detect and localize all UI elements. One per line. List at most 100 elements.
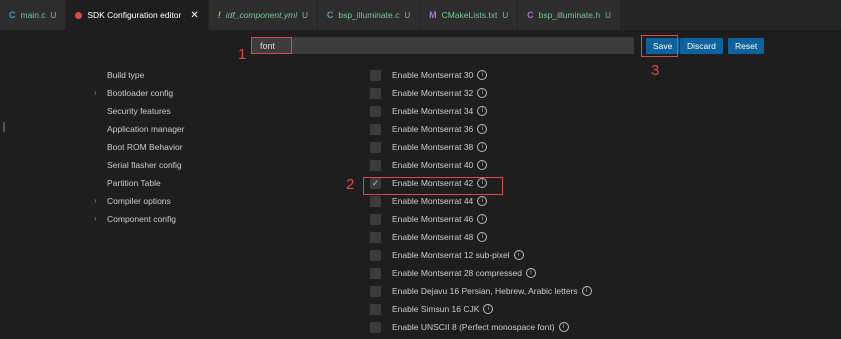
tree-item-label: Security features (107, 106, 171, 116)
option-label: Enable UNSCII 8 (Perfect monospace font) (392, 322, 555, 332)
chevron-right-icon[interactable]: › (94, 192, 97, 210)
option-label: Enable Montserrat 28 compressed (392, 268, 522, 278)
annotation-marker-2: 2 (346, 176, 355, 193)
option-row: Enable Montserrat 46 i (370, 210, 592, 228)
search-highlight-box (251, 37, 292, 54)
file-type-icon: M (429, 10, 437, 20)
checkbox[interactable] (370, 267, 381, 279)
untracked-badge: U (605, 10, 611, 20)
option-row: Enable Montserrat 32 i (370, 84, 592, 102)
checkbox[interactable] (370, 285, 381, 297)
info-icon[interactable]: i (477, 88, 488, 98)
info-icon[interactable]: i (558, 322, 569, 332)
checkbox[interactable] (370, 321, 381, 333)
tab-4[interactable]: M CMakeLists.txt U (420, 0, 519, 30)
tree-item[interactable]: › Component config (94, 210, 185, 228)
checkbox[interactable] (370, 303, 381, 315)
file-type-icon: C (326, 10, 334, 20)
search-input[interactable]: font (251, 37, 634, 54)
tree-item[interactable]: Build type (94, 66, 185, 84)
save-highlight-box (641, 35, 678, 57)
checkbox[interactable] (370, 159, 381, 171)
tab-1[interactable]: SDK Configuration editor ✕ (66, 0, 209, 30)
tab-5[interactable]: Cbsp_illuminate.h U (518, 0, 621, 30)
option-label: Enable Montserrat 34 (392, 106, 474, 116)
chevron-right-icon[interactable]: › (94, 84, 97, 102)
checked-option-highlight-box (363, 177, 503, 195)
checkbox[interactable] (370, 87, 381, 99)
option-row: Enable Montserrat 48 i (370, 228, 592, 246)
sash-handle[interactable] (3, 122, 5, 132)
tab-label: SDK Configuration editor (87, 10, 182, 20)
tab-3[interactable]: Cbsp_illuminate.c U (317, 0, 421, 30)
tree-item[interactable]: Security features (94, 102, 185, 120)
tree-item-label: Component config (107, 214, 176, 224)
info-icon[interactable]: i (581, 286, 592, 296)
option-label: Enable Montserrat 46 (392, 214, 474, 224)
tree-item[interactable]: Application manager (94, 120, 185, 138)
checkbox[interactable] (370, 141, 381, 153)
info-icon[interactable]: i (513, 250, 524, 260)
tab-label: bsp_illuminate.c (338, 10, 400, 20)
option-row: Enable Montserrat 30 i (370, 66, 592, 84)
tree-item[interactable]: › Bootloader config (94, 84, 185, 102)
tree-item-label: Application manager (107, 124, 185, 134)
tab-0[interactable]: Cmain.c U (0, 0, 67, 30)
reset-button[interactable]: Reset (728, 38, 765, 54)
tree-item-label: Compiler options (107, 196, 171, 206)
info-icon[interactable]: i (477, 70, 488, 80)
discard-button[interactable]: Discard (680, 38, 723, 54)
checkbox[interactable] (370, 105, 381, 117)
checkbox[interactable] (370, 69, 381, 81)
tab-label: main.c (20, 10, 46, 20)
info-icon[interactable]: i (525, 268, 536, 278)
checkbox[interactable] (370, 231, 381, 243)
option-label: Enable Montserrat 30 (392, 70, 474, 80)
file-type-icon: C (9, 10, 16, 20)
checkbox[interactable] (370, 213, 381, 225)
tab-label: idf_component.yml (225, 10, 298, 20)
tree-item[interactable]: Partition Table (94, 174, 185, 192)
tree-item-label: Partition Table (107, 178, 161, 188)
options-list: Enable Montserrat 30 i Enable Montserrat 3… (370, 66, 592, 336)
annotation-marker-1: 1 (238, 46, 247, 63)
info-icon[interactable]: i (477, 160, 488, 170)
info-icon[interactable]: i (477, 232, 488, 242)
option-label: Enable Montserrat 12 sub-pixel (392, 250, 510, 260)
untracked-badge: U (404, 10, 411, 20)
option-label: Enable Montserrat 48 (392, 232, 474, 242)
tree-item-label: Boot ROM Behavior (107, 142, 183, 152)
file-type-icon: C (527, 10, 534, 20)
info-icon[interactable]: i (477, 106, 488, 116)
info-icon[interactable]: i (477, 196, 488, 206)
option-row: Enable Montserrat 40 i (370, 156, 592, 174)
checkbox[interactable] (370, 123, 381, 135)
tree-item-label: Bootloader config (107, 88, 174, 98)
tab-2[interactable]: ! idf_component.yml U (208, 0, 318, 30)
info-icon[interactable]: i (483, 304, 494, 314)
option-row: Enable UNSCII 8 (Perfect monospace font)… (370, 318, 592, 336)
info-icon[interactable]: i (477, 124, 488, 134)
option-label: Enable Simsun 16 CJK (392, 304, 480, 314)
option-row: Enable Montserrat 28 compressed i (370, 264, 592, 282)
config-tree: Build type › Bootloader config Security fea… (94, 66, 185, 228)
option-label: Enable Montserrat 32 (392, 88, 474, 98)
tree-item[interactable]: › Compiler options (94, 192, 185, 210)
file-type-icon: ! (217, 10, 221, 20)
close-icon[interactable]: ✕ (190, 10, 198, 21)
option-row: Enable Montserrat 38 i (370, 138, 592, 156)
option-label: Enable Montserrat 38 (392, 142, 474, 152)
option-row: Enable Dejavu 16 Persian, Hebrew, Arabic… (370, 282, 592, 300)
tree-item[interactable]: Serial flasher config (94, 156, 185, 174)
option-label: Enable Dejavu 16 Persian, Hebrew, Arabic… (392, 286, 578, 296)
info-icon[interactable]: i (477, 142, 488, 152)
option-label: Enable Montserrat 44 (392, 196, 474, 206)
checkbox[interactable] (370, 249, 381, 261)
option-row: Enable Montserrat 34 i (370, 102, 592, 120)
info-icon[interactable]: i (477, 214, 488, 224)
tree-item[interactable]: Boot ROM Behavior (94, 138, 185, 156)
option-row: Enable Montserrat 36 i (370, 120, 592, 138)
chevron-right-icon[interactable]: › (94, 210, 97, 228)
settings-dot-icon (75, 11, 83, 19)
checkbox[interactable] (370, 195, 381, 207)
